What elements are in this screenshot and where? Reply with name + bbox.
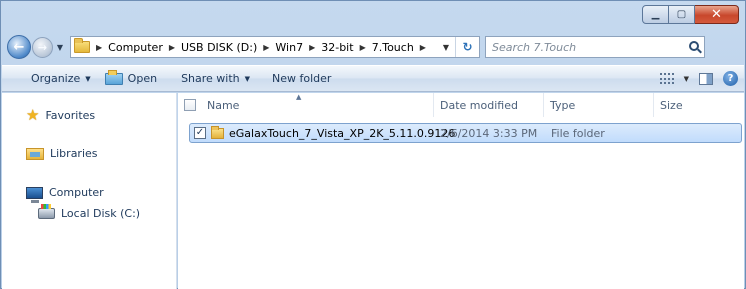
new-folder-button[interactable]: New folder [258,66,339,91]
organize-label: Organize [31,72,81,85]
breadcrumb-separator[interactable]: ▶ [169,43,175,52]
column-label: Date modified [440,98,518,112]
breadcrumb-computer[interactable]: Computer [108,41,163,54]
toolbar-right-group: ▼ ? [659,66,738,91]
breadcrumb-separator[interactable]: ▶ [309,43,315,52]
address-bar[interactable]: ▶ Computer ▶ USB DISK (D:) ▶ Win7 ▶ 32-b… [70,36,480,58]
explorer-window: ▁ ▢ ✕ ← → ▼ ▶ Computer ▶ USB DISK (D:) ▶… [0,0,746,289]
column-header-size[interactable]: Size [654,93,744,117]
select-all-checkbox[interactable] [184,99,196,111]
open-folder-icon [104,69,123,85]
file-row[interactable]: ✓ eGalaxTouch_7_Vista_XP_2K_5.11.0.9126 … [189,123,742,143]
computer-icon [26,186,43,203]
search-icon[interactable] [689,41,699,51]
chevron-down-icon[interactable]: ▼ [684,75,689,83]
preview-pane-icon[interactable] [699,72,713,85]
nav-item-computer[interactable]: Computer [26,186,104,203]
breadcrumb-32-bit[interactable]: 32-bit [321,41,353,54]
column-label: Name [207,98,240,112]
breadcrumb-usb-disk[interactable]: USB DISK (D:) [181,41,257,54]
new-folder-label: New folder [272,72,332,85]
open-button[interactable]: Open [99,66,165,91]
maximize-button[interactable]: ▢ [669,5,695,24]
breadcrumb-separator[interactable]: ▶ [263,43,269,52]
nav-item-local-disk[interactable]: Local Disk (C:) [38,204,141,220]
address-dropdown-icon[interactable]: ▼ [443,43,449,52]
nav-label: Libraries [50,147,98,160]
search-input[interactable]: Search 7.Touch [485,36,705,58]
libraries-icon [26,147,44,160]
sort-ascending-icon: ▲ [296,93,302,101]
share-with-button[interactable]: Share with ▼ [165,66,258,91]
row-checkbox[interactable]: ✓ [194,127,206,139]
file-list: Name ▲ Date modified Type Size ✓ eGalaxT… [178,93,744,289]
forward-button[interactable]: → [32,36,53,58]
navigation-pane: ★ Favorites Libraries Computer Local Dis… [2,93,177,289]
nav-label: Local Disk (C:) [61,207,141,220]
date-modified-cell: 2/6/2014 3:33 PM [440,126,538,140]
breadcrumb-7-touch[interactable]: 7.Touch [372,41,414,54]
caption-buttons: ▁ ▢ ✕ [642,5,739,25]
command-bar: Organize ▼ Open Share with ▼ New folder … [2,65,744,92]
recent-pages-dropdown[interactable]: ▼ [54,43,66,52]
organize-button[interactable]: Organize ▼ [2,66,99,91]
breadcrumb-separator[interactable]: ▶ [420,43,426,52]
open-label: Open [127,72,158,85]
search-placeholder: Search 7.Touch [492,40,577,54]
column-label: Size [660,98,683,112]
column-label: Type [550,98,576,112]
nav-label: Computer [49,186,104,199]
share-with-label: Share with [181,72,240,85]
star-icon: ★ [26,106,40,124]
type-cell: File folder [551,126,605,140]
refresh-icon[interactable]: ↻ [455,37,479,57]
views-icon[interactable] [659,73,674,84]
nav-item-libraries[interactable]: Libraries [26,147,98,160]
nav-label: Favorites [45,108,96,122]
back-button[interactable]: ← [7,35,31,59]
help-icon[interactable]: ? [723,71,738,86]
name-cell: ✓ eGalaxTouch_7_Vista_XP_2K_5.11.0.9126 [190,124,455,142]
folder-icon [74,38,90,53]
column-header-date-modified[interactable]: Date modified [434,93,544,117]
nav-item-favorites[interactable]: ★ Favorites [26,106,95,124]
chevron-down-icon: ▼ [85,74,91,83]
address-row: ← → ▼ ▶ Computer ▶ USB DISK (D:) ▶ Win7 … [7,34,741,60]
breadcrumb-separator[interactable]: ▶ [360,43,366,52]
hard-disk-icon [38,204,55,219]
chevron-down-icon: ▼ [244,74,251,83]
minimize-button[interactable]: ▁ [642,5,669,24]
column-header-row: Name ▲ Date modified Type Size [178,93,744,117]
breadcrumb-win7[interactable]: Win7 [275,41,303,54]
close-button[interactable]: ✕ [695,5,739,24]
file-name: eGalaxTouch_7_Vista_XP_2K_5.11.0.9126 [229,126,456,140]
column-header-type[interactable]: Type [544,93,654,117]
column-header-name[interactable]: Name ▲ [178,93,434,117]
folder-icon [211,125,224,139]
breadcrumb-separator[interactable]: ▶ [96,43,102,52]
